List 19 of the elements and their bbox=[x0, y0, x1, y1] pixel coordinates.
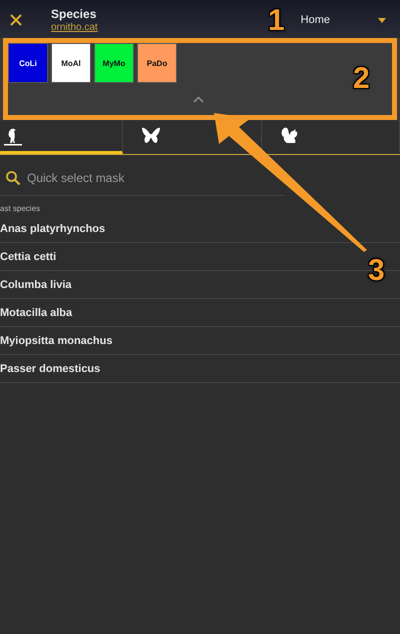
caret-icon[interactable] bbox=[378, 18, 386, 22]
callout-number: 1 bbox=[268, 6, 285, 36]
mask-chip[interactable]: CoLi bbox=[8, 43, 48, 83]
search-field[interactable]: Quick select mask bbox=[25, 170, 269, 186]
location-dropdown[interactable]: Home bbox=[300, 14, 330, 26]
mask-chip[interactable]: MoAl bbox=[51, 43, 91, 83]
screen-title: Species bbox=[51, 7, 98, 21]
chevron-up-icon[interactable] bbox=[193, 96, 204, 103]
species-item[interactable]: Passer domesticus bbox=[0, 355, 400, 383]
section-heading: ast species bbox=[0, 203, 42, 215]
species-item[interactable]: Motacilla alba bbox=[0, 299, 400, 327]
site-link[interactable]: ornitho.cat bbox=[51, 22, 98, 33]
mask-chip[interactable]: MyMo bbox=[94, 43, 134, 83]
close-icon[interactable] bbox=[9, 13, 23, 27]
tab[interactable] bbox=[0, 120, 124, 154]
mask-chip[interactable]: PaDo bbox=[137, 43, 177, 83]
species-item[interactable]: Myiopsitta monachus bbox=[0, 327, 400, 355]
callout-number: 2 bbox=[353, 64, 370, 94]
search-icon bbox=[5, 170, 21, 186]
